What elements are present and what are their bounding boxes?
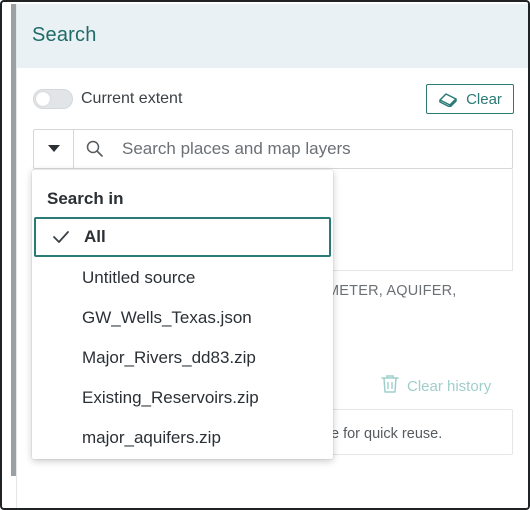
map-edge — [4, 4, 16, 508]
current-extent-toggle[interactable] — [33, 89, 73, 109]
trash-icon — [381, 374, 399, 398]
clear-history-button[interactable]: Clear history — [381, 374, 491, 398]
dropdown-item-untitled-source[interactable]: Untitled source — [32, 258, 333, 298]
panel-title: Search — [32, 24, 97, 46]
eraser-icon — [438, 91, 458, 107]
dropdown-item-label: Untitled source — [82, 268, 196, 287]
clear-history-label: Clear history — [407, 377, 492, 395]
dropdown-item-existing-reservoirs[interactable]: Existing_Reservoirs.zip — [32, 378, 333, 418]
search-box — [33, 129, 513, 169]
current-extent-label: Current extent — [81, 90, 183, 107]
dropdown-item-label: Existing_Reservoirs.zip — [82, 388, 259, 407]
dropdown-heading: Search in — [47, 189, 124, 208]
checkmark-icon — [52, 229, 70, 250]
app-window: Search Current extent Clear Search place… — [0, 0, 530, 510]
history-empty-text: e for quick reuse. — [331, 426, 443, 442]
panel-header: Search — [17, 4, 528, 68]
clear-button-label: Clear — [466, 90, 502, 108]
toggle-knob — [36, 92, 50, 106]
search-scope-button[interactable] — [34, 130, 74, 168]
caret-down-icon — [47, 140, 60, 158]
search-icon — [86, 140, 104, 163]
dropdown-item-label: Major_Rivers_dd83.zip — [82, 348, 256, 367]
clear-button[interactable]: Clear — [426, 84, 514, 114]
dropdown-item-all[interactable]: All — [34, 217, 331, 257]
dropdown-item-major-rivers[interactable]: Major_Rivers_dd83.zip — [32, 338, 333, 378]
dropdown-item-major-aquifers[interactable]: major_aquifers.zip — [32, 418, 333, 458]
search-in-dropdown: Search in All Untitled source GW_Wells_T… — [32, 170, 333, 459]
dropdown-item-label: GW_Wells_Texas.json — [82, 308, 252, 327]
search-hint-text: METER, AQUIFER, — [327, 283, 457, 299]
search-input[interactable] — [106, 130, 506, 168]
dropdown-item-label: All — [84, 227, 106, 246]
dropdown-item-gw-wells[interactable]: GW_Wells_Texas.json — [32, 298, 333, 338]
dropdown-item-label: major_aquifers.zip — [82, 428, 221, 447]
